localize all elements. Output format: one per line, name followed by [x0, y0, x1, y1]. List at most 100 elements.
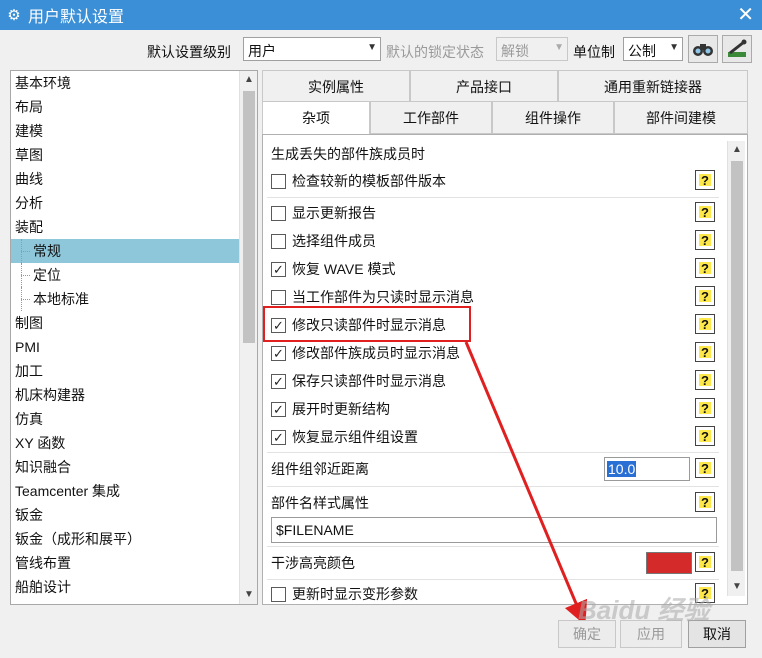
section-title: 生成丢失的部件族成员时 [271, 142, 425, 166]
category-scrollbar[interactable]: ▲ ▼ [239, 71, 257, 604]
checkbox[interactable]: ✓ [271, 345, 286, 361]
checkbox[interactable] [271, 289, 286, 305]
help-icon[interactable]: ? [695, 458, 715, 478]
tree-item[interactable]: 常规 [11, 239, 239, 263]
help-icon[interactable]: ? [695, 170, 715, 190]
apply-button[interactable]: 应用 [620, 620, 682, 648]
checkbox[interactable]: ✓ [271, 373, 286, 389]
tab-component-ops[interactable]: 组件操作 [492, 101, 614, 134]
unit-select[interactable]: 公制 ▼ [623, 37, 683, 61]
help-icon[interactable]: ? [695, 370, 715, 390]
help-icon[interactable]: ? [695, 492, 715, 512]
tree-item[interactable]: PMI [11, 335, 239, 359]
interference-color-swatch[interactable] [646, 552, 692, 574]
tree-item[interactable]: 制图 [11, 311, 239, 335]
binoculars-icon [693, 44, 713, 56]
scroll-up-icon[interactable]: ▲ [240, 71, 257, 89]
checkbox[interactable]: ✓ [271, 261, 286, 277]
tree-item[interactable]: 管线布置 [11, 551, 239, 575]
name-attr-input[interactable]: $FILENAME [271, 517, 717, 543]
tree-item[interactable]: 本地标准 [11, 287, 239, 311]
checkbox[interactable]: ✓ [271, 401, 286, 417]
help-glyph: ? [701, 372, 709, 388]
help-glyph: ? [701, 460, 709, 476]
tree-item[interactable]: 基本环境 [11, 71, 239, 95]
tree-item[interactable]: 知识融合 [11, 455, 239, 479]
help-glyph: ? [701, 260, 709, 276]
proximity-row: 组件组邻近距离 [271, 457, 369, 481]
tree-item[interactable]: XY 函数 [11, 431, 239, 455]
checkbox-label: 展开时更新结构 [292, 401, 390, 417]
checkbox-row[interactable]: ✓ 保存只读部件时显示消息 [271, 369, 446, 393]
scroll-down-icon[interactable]: ▼ [728, 578, 746, 596]
checkbox[interactable] [271, 233, 286, 249]
lock-select: 解锁 ▼ [496, 37, 568, 61]
help-icon[interactable]: ? [695, 202, 715, 222]
tree-item[interactable]: 装配 [11, 215, 239, 239]
checkbox-row[interactable]: 显示更新报告 [271, 201, 376, 225]
help-icon[interactable]: ? [695, 258, 715, 278]
help-icon[interactable]: ? [695, 286, 715, 306]
name-attr-row: 部件名样式属性 [271, 491, 369, 515]
level-select[interactable]: 用户 ▼ [243, 37, 381, 61]
tree-item[interactable]: 钣金（成形和展平） [11, 527, 239, 551]
scroll-up-icon[interactable]: ▲ [728, 141, 746, 159]
divider [267, 486, 719, 487]
tab-misc[interactable]: 杂项 [262, 101, 370, 137]
ok-button[interactable]: 确定 [558, 620, 616, 648]
tree-item[interactable]: 分析 [11, 191, 239, 215]
checkbox-label: 选择组件成员 [292, 233, 376, 249]
title-bar: ⚙ 用户默认设置 ✕ [0, 0, 762, 30]
checkbox-label: 更新时显示变形参数 [292, 586, 418, 602]
checkbox-row[interactable]: ✓ 展开时更新结构 [271, 397, 390, 421]
manage-button[interactable] [722, 35, 752, 63]
tree-item[interactable]: 布局 [11, 95, 239, 119]
tab-product-interface[interactable]: 产品接口 [410, 70, 558, 103]
help-icon[interactable]: ? [695, 583, 715, 603]
tree-item[interactable]: 钣金 [11, 503, 239, 527]
tab-general-relinker[interactable]: 通用重新链接器 [558, 70, 748, 103]
checkbox-row[interactable]: ✓ 恢复 WAVE 模式 [271, 257, 395, 281]
checkbox-row[interactable]: ✓ 恢复显示组件组设置 [271, 425, 418, 449]
tree-item[interactable]: 草图 [11, 143, 239, 167]
level-select-value: 用户 [248, 43, 276, 59]
tab-work-part[interactable]: 工作部件 [370, 101, 492, 134]
category-tree[interactable]: 基本环境 布局 建模 草图 曲线 分析 装配 常规 定位 本地标准 制图 PMI 加工 机床构建器 仿真 XY… [10, 70, 258, 605]
checkbox-row[interactable]: ✓ 修改部件族成员时显示消息 [271, 341, 460, 365]
checkbox[interactable]: ✓ [271, 429, 286, 445]
scroll-thumb[interactable] [731, 161, 743, 571]
help-icon[interactable]: ? [695, 342, 715, 362]
help-icon[interactable]: ? [695, 230, 715, 250]
tree-item[interactable]: 仿真 [11, 407, 239, 431]
help-glyph: ? [701, 172, 709, 188]
help-icon[interactable]: ? [695, 426, 715, 446]
help-icon[interactable]: ? [695, 314, 715, 334]
scroll-down-icon[interactable]: ▼ [240, 586, 257, 604]
find-button[interactable] [688, 35, 718, 63]
tree-item[interactable]: 建模 [11, 119, 239, 143]
checkbox-row[interactable]: 更新时显示变形参数 [271, 582, 418, 604]
tree-item[interactable]: Teamcenter 集成 [11, 479, 239, 503]
tab-interpart-modeling[interactable]: 部件间建模 [614, 101, 748, 134]
checkbox[interactable] [271, 173, 286, 189]
close-button[interactable]: ✕ [737, 2, 754, 27]
tab-instance-attributes[interactable]: 实例属性 [262, 70, 410, 103]
tree-item[interactable]: 船舶设计 [11, 575, 239, 599]
tree-item[interactable]: 机床构建器 [11, 383, 239, 407]
unit-label: 单位制 [573, 44, 615, 60]
tree-item[interactable]: 加工 [11, 359, 239, 383]
tree-item[interactable]: 曲线 [11, 167, 239, 191]
tree-item[interactable]: 定位 [11, 263, 239, 287]
window-title: 用户默认设置 [28, 9, 125, 26]
help-glyph: ? [701, 204, 709, 220]
scroll-thumb[interactable] [243, 91, 255, 343]
checkbox[interactable] [271, 205, 286, 221]
checkbox-row[interactable]: 检查较新的模板部件版本 [271, 169, 446, 193]
help-icon[interactable]: ? [695, 398, 715, 418]
cancel-button[interactable]: 取消 [688, 620, 746, 648]
checkbox[interactable] [271, 586, 286, 602]
proximity-input[interactable]: 10.0 [604, 457, 690, 481]
checkbox-row[interactable]: 选择组件成员 [271, 229, 376, 253]
panel-scrollbar[interactable]: ▲ ▼ [727, 141, 745, 596]
help-icon[interactable]: ? [695, 552, 715, 572]
